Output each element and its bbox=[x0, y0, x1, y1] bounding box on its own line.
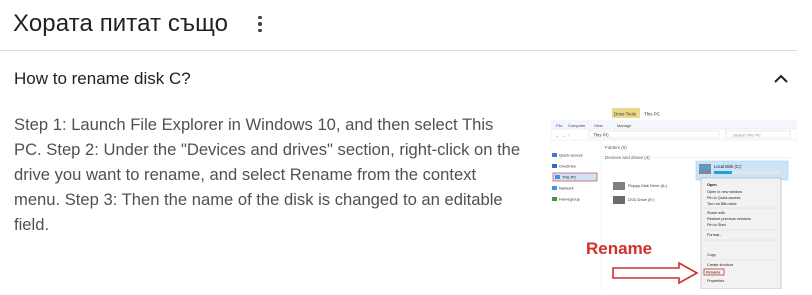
menu-properties: Properties bbox=[707, 279, 724, 283]
context-menu: Open Open in new window Pin to Quick acc… bbox=[700, 177, 782, 289]
nav-this-pc: This PC bbox=[562, 175, 576, 180]
section-title: Хората питат също bbox=[13, 10, 229, 37]
nav-onedrive: OneDrive bbox=[559, 164, 577, 169]
nav-homegroup: Homegroup bbox=[559, 197, 581, 202]
drive-e: DVD Drive (E:) bbox=[628, 197, 655, 202]
menu-pin-start: Pin to Start bbox=[707, 223, 727, 227]
drive-a: Floppy Disk Drive (A:) bbox=[628, 183, 668, 188]
menu-create-shortcut: Create shortcut bbox=[707, 263, 734, 267]
ribbon-manage-label: Drive Tools bbox=[614, 112, 637, 117]
arrow-right-icon bbox=[612, 261, 699, 285]
answer-thumbnail[interactable]: Drive Tools This PC File Computer View M… bbox=[551, 106, 797, 289]
nav-network: Network bbox=[559, 186, 574, 191]
question-text: How to rename disk C? bbox=[14, 69, 191, 88]
more-vert-icon[interactable] bbox=[250, 10, 270, 38]
folders-header: Folders (6) bbox=[605, 145, 627, 150]
menu-copy: Copy bbox=[707, 253, 716, 257]
menu-bitlocker: Turn on BitLocker bbox=[707, 202, 738, 206]
menu-rename: Rename bbox=[706, 271, 720, 275]
nav-arrows-icon: ← → ↑ bbox=[555, 133, 570, 139]
nav-quick-access: Quick access bbox=[559, 153, 583, 158]
address-bar: This PC bbox=[593, 133, 610, 138]
question-row[interactable]: How to rename disk C? bbox=[0, 51, 797, 107]
chevron-up-icon[interactable] bbox=[773, 71, 789, 87]
tab-file: File bbox=[556, 123, 563, 128]
menu-open: Open bbox=[707, 183, 717, 187]
people-also-ask-header: Хората питат също bbox=[13, 6, 797, 42]
devices-header: Devices and drives (4) bbox=[605, 155, 650, 160]
answer-snippet: Step 1: Launch File Explorer in Windows … bbox=[14, 115, 521, 234]
rename-callout-label: Rename bbox=[586, 239, 652, 258]
tab-manage: Manage bbox=[617, 123, 632, 128]
window-title: This PC bbox=[644, 112, 661, 117]
menu-share-with: Share with bbox=[707, 211, 725, 215]
menu-pin-quick-access: Pin to Quick access bbox=[707, 196, 740, 200]
menu-open-new-window: Open in new window bbox=[707, 190, 742, 194]
drive-c: Local Disk (C:) bbox=[714, 164, 742, 169]
tab-computer: Computer bbox=[568, 123, 586, 128]
menu-format: Format... bbox=[707, 233, 722, 237]
search-box: Search This PC bbox=[733, 133, 761, 138]
tab-view: View bbox=[594, 123, 603, 128]
menu-restore-versions: Restore previous versions bbox=[707, 217, 751, 221]
